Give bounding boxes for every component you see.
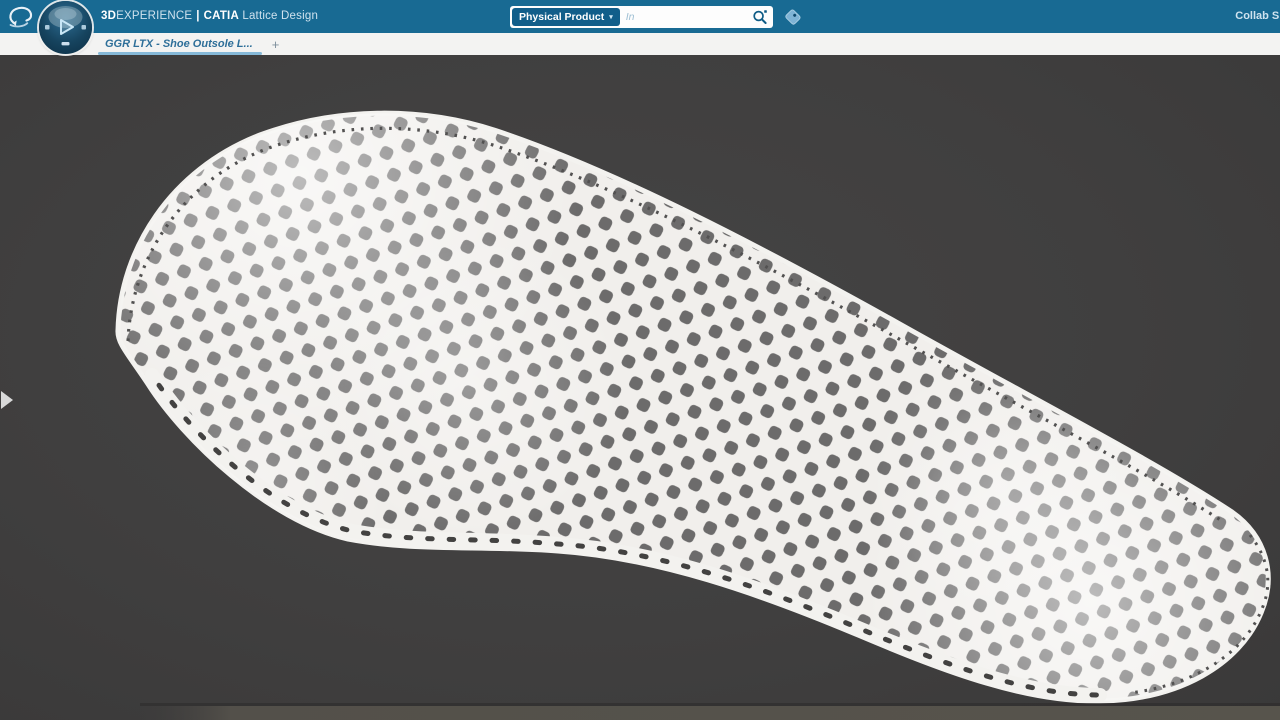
tab-label: GGR LTX - Shoe Outsole L... xyxy=(105,38,253,50)
app-title: 3DEXPERIENCE|CATIA Lattice Design xyxy=(101,0,318,33)
tag-icon[interactable] xyxy=(782,6,804,28)
search-input[interactable] xyxy=(620,11,751,23)
ground-strip xyxy=(140,706,1280,720)
global-search-bar: Physical Product ▾ xyxy=(510,6,773,28)
brand-3d: 3D xyxy=(101,10,116,22)
3dexperience-window: 3DEXPERIENCE|CATIA Lattice Design Physic… xyxy=(0,0,1280,720)
brand-experience: EXPERIENCE xyxy=(116,10,192,22)
brand-app-suffix: Lattice Design xyxy=(242,10,318,22)
3ds-logo-icon[interactable] xyxy=(7,5,37,29)
search-scope-dropdown[interactable]: Physical Product ▾ xyxy=(512,8,620,26)
search-scope-label: Physical Product xyxy=(519,11,604,23)
expand-panel-arrow-icon[interactable] xyxy=(1,391,13,409)
tab-bar: GGR LTX - Shoe Outsole L... + xyxy=(0,33,1280,55)
lattice-sole-model[interactable] xyxy=(20,55,1280,720)
lattice-scene xyxy=(0,55,1280,720)
ground-shadow-line xyxy=(140,703,1280,706)
tab-shoe-outsole[interactable]: GGR LTX - Shoe Outsole L... xyxy=(97,33,263,55)
top-app-bar: 3DEXPERIENCE|CATIA Lattice Design Physic… xyxy=(0,0,1280,33)
3ds-logo-glyph xyxy=(7,5,37,29)
chevron-down-icon: ▾ xyxy=(609,13,613,21)
compass-icon[interactable] xyxy=(39,1,92,54)
collab-space-label[interactable]: Collab Sp xyxy=(1235,0,1280,33)
brand-app: CATIA xyxy=(204,10,239,22)
search-icon[interactable] xyxy=(751,8,769,26)
brand-separator: | xyxy=(192,10,203,22)
3d-viewport[interactable] xyxy=(0,55,1280,720)
new-tab-button[interactable]: + xyxy=(267,37,285,52)
